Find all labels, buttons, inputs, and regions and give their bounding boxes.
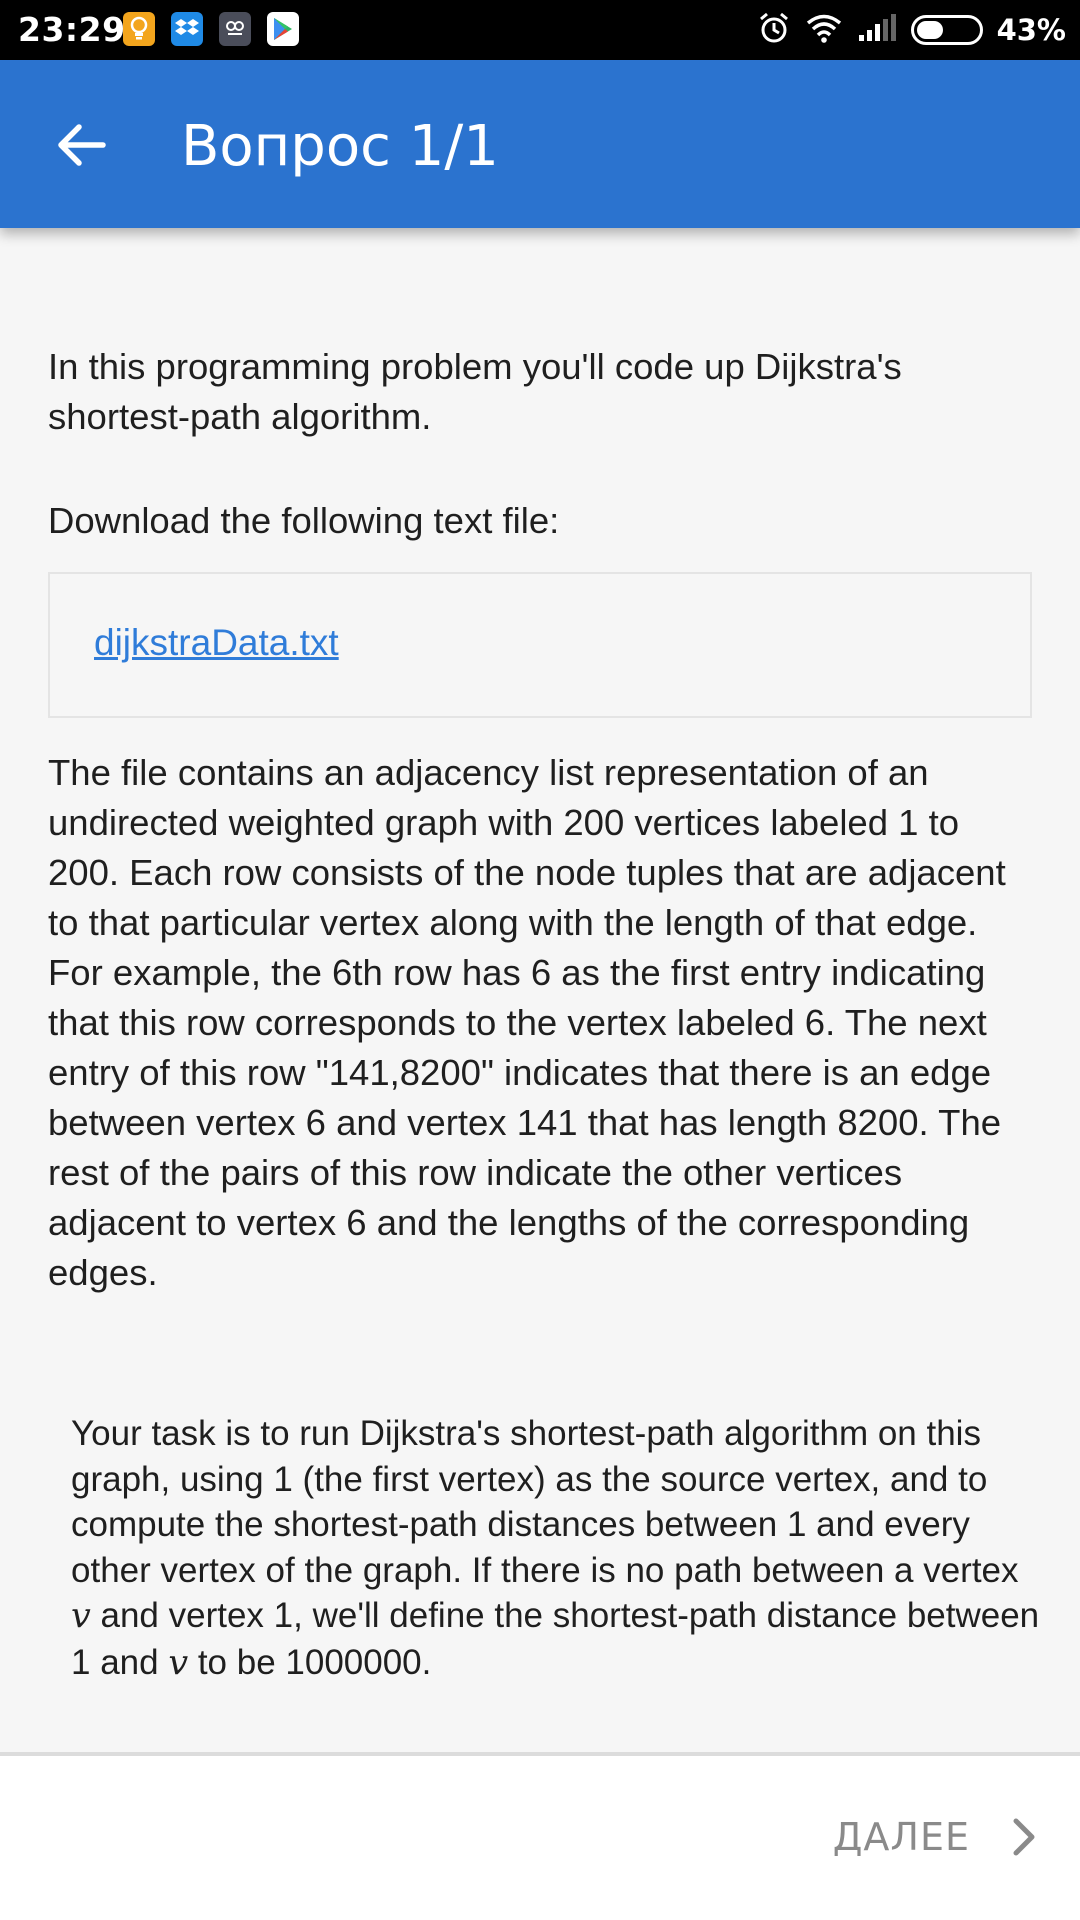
task-text-part1: Your task is to run Dijkstra's shortest-… <box>71 1414 1019 1590</box>
battery-icon <box>910 15 983 45</box>
status-time: 23:29 <box>18 10 126 49</box>
play-store-icon <box>267 12 299 46</box>
next-button-label: ДАЛЕЕ <box>832 1815 970 1859</box>
alarm-icon <box>757 11 791 50</box>
battery-level <box>916 21 943 39</box>
description-text: The file contains an adjacency list repr… <box>48 752 1006 1293</box>
math-variable-v: v <box>71 1596 91 1636</box>
next-button[interactable]: ДАЛЕЕ <box>833 1792 1036 1882</box>
wifi-icon <box>805 13 843 48</box>
question-content: In this programming problem you'll code … <box>0 228 1080 1752</box>
task-text-part3: to be 1000000. <box>188 1642 432 1682</box>
back-button[interactable] <box>44 110 118 180</box>
signal-icon <box>857 13 897 48</box>
math-variable-v: v <box>168 1642 189 1683</box>
chevron-right-icon <box>1013 1818 1035 1856</box>
intro-text: In this programming problem you'll code … <box>48 346 902 437</box>
file-link[interactable]: dijkstraData.txt <box>94 622 339 664</box>
task-text: Your task is to run Dijkstra's shortest-… <box>71 1411 1041 1686</box>
lightbulb-icon <box>123 12 155 46</box>
battery-percent: 43% <box>996 13 1066 47</box>
page-title: Вопрос 1/1 <box>181 114 499 179</box>
bottom-navigation-bar: ДАЛЕЕ <box>0 1752 1080 1920</box>
arrow-back-icon <box>58 124 106 166</box>
status-bar: 23:29 43% <box>0 0 1080 60</box>
file-download-box: dijkstraData.txt <box>48 572 1032 718</box>
download-prompt: Download the following text file: <box>48 500 560 541</box>
app-bar: Вопрос 1/1 <box>0 60 1080 228</box>
app-icon <box>219 12 251 46</box>
dropbox-icon <box>171 12 203 46</box>
